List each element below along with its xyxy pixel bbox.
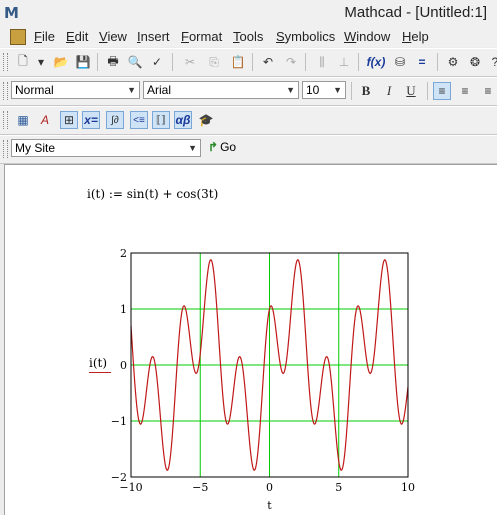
font-size-value: 10: [306, 83, 320, 97]
calculator-toolbar-icon[interactable]: ▦: [14, 111, 32, 129]
menu-tools[interactable]: Tools: [233, 29, 263, 44]
align-right-icon[interactable]: ≡: [479, 82, 497, 100]
new-file-icon[interactable]: 🗋: [14, 53, 32, 71]
y-tick-label: 2: [120, 247, 127, 260]
chevron-down-icon: ▼: [188, 143, 197, 153]
function-icon[interactable]: f(x): [367, 53, 386, 71]
menu-edit[interactable]: Edit: [66, 29, 88, 44]
menu-bar: File Edit View Insert Format Tools Symbo…: [0, 27, 497, 47]
toolbar-grip[interactable]: [3, 53, 8, 71]
toolbar-grip[interactable]: [3, 111, 8, 129]
chevron-down-icon: ▼: [333, 85, 342, 95]
style-select[interactable]: Normal ▼: [11, 81, 140, 99]
align-center-icon[interactable]: ≡: [456, 82, 474, 100]
menu-view[interactable]: View: [99, 29, 127, 44]
programming-toolbar-icon[interactable]: ⟦⟧: [152, 111, 170, 129]
save-icon[interactable]: 💾: [74, 53, 92, 71]
menu-insert[interactable]: Insert: [137, 29, 170, 44]
chevron-down-icon: ▼: [286, 85, 295, 95]
toolbar-grip[interactable]: [3, 82, 8, 100]
underline-button[interactable]: U: [402, 82, 420, 100]
spell-check-icon[interactable]: ✓: [148, 53, 166, 71]
formatting-toolbar: Normal ▼ Arial ▼ 10 ▼ B I U ≡ ≡ ≡: [0, 77, 497, 106]
evaluation-toolbar-icon[interactable]: x=: [82, 111, 100, 129]
resource-toolbar: My Site ▼ ↱ Go: [0, 135, 497, 164]
go-arrow-icon: ↱: [208, 140, 219, 154]
symbolic-toolbar-icon[interactable]: 🎓: [197, 111, 215, 129]
worksheet[interactable]: i(t) := sin(t) + cos(3t) i(t) −10 −5 0 5 10−…: [4, 164, 497, 515]
toolbar-separator: [97, 53, 98, 71]
x-tick-label: 0: [266, 481, 273, 494]
font-select-value: Arial: [147, 83, 172, 97]
style-select-value: Normal: [15, 83, 54, 97]
x-tick-label: −5: [192, 481, 208, 494]
align-left-icon[interactable]: ≡: [433, 82, 451, 100]
graph-toolbar-icon[interactable]: A: [36, 111, 54, 129]
greek-toolbar-icon[interactable]: αβ: [174, 111, 192, 129]
site-select-value: My Site: [15, 141, 56, 155]
insert-unit-icon[interactable]: ⛁: [391, 53, 409, 71]
help-icon[interactable]: ?: [486, 53, 497, 71]
mathcad-logo-icon: M: [4, 4, 19, 22]
toolbar-separator: [437, 53, 438, 71]
document-icon[interactable]: [10, 29, 26, 45]
chevron-down-icon[interactable]: ▾: [32, 53, 50, 71]
redo-icon[interactable]: ↷: [282, 53, 300, 71]
xy-plot[interactable]: −10 −5 0 5 10−2−1012t: [5, 165, 497, 515]
boolean-toolbar-icon[interactable]: <≡: [130, 111, 148, 129]
calculate-icon[interactable]: =: [413, 53, 431, 71]
y-tick-label: −2: [111, 471, 127, 484]
x-tick-label: 10: [401, 481, 415, 494]
toolbar-separator: [252, 53, 253, 71]
calculus-toolbar-icon[interactable]: ∫∂: [106, 111, 124, 129]
window-title: Mathcad - [Untitled:1]: [344, 4, 487, 21]
y-tick-label: 1: [120, 303, 127, 316]
menu-format[interactable]: Format: [181, 29, 222, 44]
paste-icon[interactable]: 📋: [229, 53, 247, 71]
component-icon[interactable]: ⚙: [444, 53, 462, 71]
math-toolbar: ▦ A ⊞ x= ∫∂ <≡ ⟦⟧ αβ 🎓: [0, 106, 497, 135]
title-bar: M Mathcad - [Untitled:1]: [0, 0, 497, 27]
bold-button[interactable]: B: [357, 82, 375, 100]
print-icon[interactable]: 🖶: [104, 53, 122, 71]
x-tick-label: 5: [335, 481, 342, 494]
chevron-down-icon: ▼: [127, 85, 136, 95]
menu-window[interactable]: Window: [344, 29, 390, 44]
print-preview-icon[interactable]: 🔍: [126, 53, 144, 71]
site-select[interactable]: My Site ▼: [11, 139, 201, 157]
copy-icon[interactable]: ⎘: [205, 53, 223, 71]
menu-symbolics[interactable]: Symbolics: [276, 29, 335, 44]
undo-icon[interactable]: ↶: [259, 53, 277, 71]
menu-file[interactable]: File: [34, 29, 55, 44]
go-button-label: Go: [220, 140, 237, 154]
toolbar-separator: [358, 53, 359, 71]
resource-center-icon[interactable]: ❂: [466, 53, 484, 71]
menu-help[interactable]: Help: [402, 29, 429, 44]
y-tick-label: 0: [120, 359, 127, 372]
align-across-icon[interactable]: ⫼: [313, 53, 331, 71]
italic-button[interactable]: I: [380, 82, 398, 100]
toolbar-separator: [172, 53, 173, 71]
matrix-toolbar-icon[interactable]: ⊞: [60, 111, 78, 129]
go-button[interactable]: ↱ Go: [208, 140, 236, 154]
font-size-select[interactable]: 10 ▼: [302, 81, 346, 99]
toolbar-separator: [351, 82, 352, 100]
toolbar-separator: [427, 82, 428, 100]
cut-icon[interactable]: ✂: [181, 53, 199, 71]
font-select[interactable]: Arial ▼: [143, 81, 299, 99]
open-folder-icon[interactable]: 📂: [52, 53, 70, 71]
standard-toolbar: 🗋 ▾ 📂 💾 🖶 🔍 ✓ ✂ ⎘ 📋 ↶ ↷ ⫼ ⊥ f(x) ⛁ = ⚙ ❂…: [0, 48, 497, 77]
toolbar-separator: [305, 53, 306, 71]
align-down-icon[interactable]: ⊥: [335, 53, 353, 71]
plot-x-axis-label: t: [267, 499, 272, 512]
toolbar-grip[interactable]: [3, 140, 8, 158]
y-tick-label: −1: [111, 415, 127, 428]
